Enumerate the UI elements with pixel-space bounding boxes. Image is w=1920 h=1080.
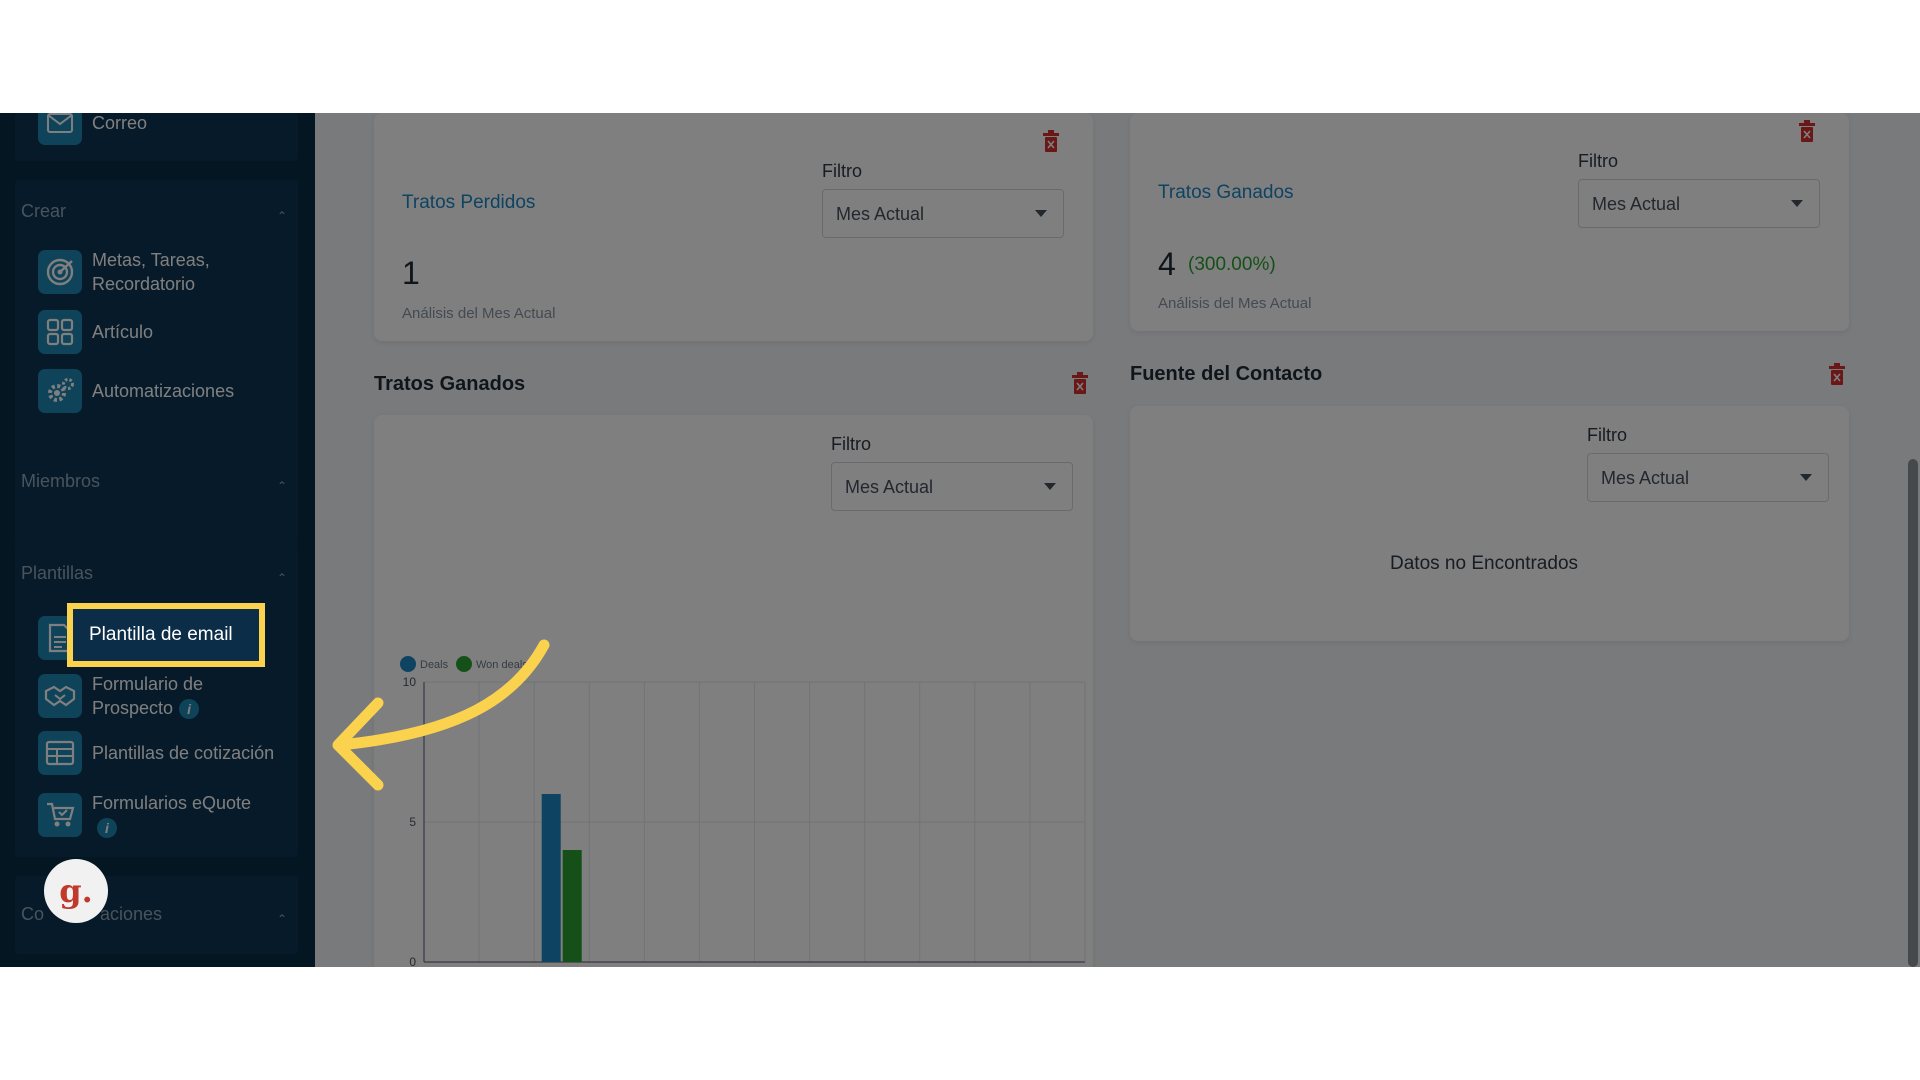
chevron-up-icon[interactable]: ⌃ <box>277 209 287 223</box>
caret-down-icon <box>1791 200 1803 207</box>
metric-subtitle: Análisis del Mes Actual <box>1158 295 1312 312</box>
section-header-miembros[interactable]: Miembros <box>21 471 100 492</box>
section-header-plantillas[interactable]: Plantillas <box>21 563 93 584</box>
section-header-crear[interactable]: Crear <box>21 201 66 222</box>
grid-icon <box>38 310 82 354</box>
sidebar-item-formulario-prospecto[interactable]: Formulario de Prospecto i <box>38 672 277 720</box>
scrollbar[interactable] <box>1908 459 1918 967</box>
filter-select[interactable]: Mes Actual <box>1587 453 1829 502</box>
chevron-up-icon[interactable]: ⌃ <box>277 912 287 926</box>
bar <box>562 850 582 962</box>
metric-value: 4 <box>1158 246 1176 282</box>
metric-subtitle: Análisis del Mes Actual <box>402 305 556 322</box>
sidebar-item-metas[interactable]: Metas, Tareas, Recordatorio <box>38 248 277 296</box>
sidebar-item-label: Automatizaciones <box>92 381 235 401</box>
sidebar-item-automatizaciones[interactable]: Automatizaciones <box>38 369 277 413</box>
filter-value: Mes Actual <box>845 477 934 497</box>
trash-icon[interactable] <box>1828 363 1846 390</box>
gears-icon <box>38 369 82 413</box>
sidebar-item-articulo[interactable]: Artículo <box>38 310 277 354</box>
filter-label: Filtro <box>831 434 871 454</box>
y-tick-label: 5 <box>409 815 416 829</box>
sidebar-item-label: Metas, Tareas, Recordatorio <box>92 250 210 294</box>
trash-icon[interactable] <box>1798 120 1816 147</box>
trash-icon[interactable] <box>1042 130 1060 157</box>
caret-down-icon <box>1035 210 1047 217</box>
filter-label: Filtro <box>1587 425 1627 445</box>
card-title-link[interactable]: Tratos Perdidos <box>402 192 535 214</box>
empty-state-text: Datos no Encontrados <box>1390 553 1579 574</box>
sidebar-item-label: Plantillas de cotización <box>92 743 275 763</box>
chevron-up-icon[interactable]: ⌃ <box>277 571 287 585</box>
target-icon <box>38 250 82 294</box>
mail-icon <box>38 113 82 145</box>
sidebar: Correo Crear ⌃ Metas, Tareas, Recordator… <box>0 113 315 967</box>
caret-down-icon <box>1044 483 1056 490</box>
highlight-box[interactable]: Plantilla de email <box>67 603 265 667</box>
filter-select[interactable]: Mes Actual <box>1578 179 1820 228</box>
sidebar-item-plantillas-cotizacion[interactable]: Plantillas de cotización <box>38 731 277 775</box>
metric-value: 1 <box>402 255 420 291</box>
section-title: Fuente del Contacto <box>1130 363 1323 385</box>
bar <box>541 794 561 962</box>
filter-label: Filtro <box>822 161 862 181</box>
card-fuente-contacto <box>1130 406 1849 641</box>
table-icon <box>38 731 82 775</box>
section-title: Tratos Ganados <box>374 373 526 395</box>
sidebar-item-correo[interactable]: Correo <box>38 113 277 145</box>
app-viewport: Correo Crear ⌃ Metas, Tareas, Recordator… <box>0 113 1920 967</box>
filter-select[interactable]: Mes Actual <box>822 189 1064 238</box>
chevron-up-icon[interactable]: ⌃ <box>277 479 287 493</box>
avatar[interactable]: g. <box>44 859 108 923</box>
filter-label: Filtro <box>1578 151 1618 171</box>
handshake-icon <box>38 674 82 718</box>
filter-value: Mes Actual <box>1601 468 1690 488</box>
caret-down-icon <box>1800 474 1812 481</box>
metric-percent: (300.00%) <box>1188 254 1276 275</box>
sidebar-item-label: Formulario de Prospecto i <box>92 674 204 720</box>
sidebar-item-label: Formularios eQuote i <box>92 793 252 839</box>
y-tick-label: 0 <box>409 955 416 967</box>
highlight-label: Plantilla de email <box>89 624 233 645</box>
filter-value: Mes Actual <box>1592 194 1681 214</box>
cart-icon <box>38 793 82 837</box>
info-icon[interactable]: i <box>179 699 200 720</box>
filter-value: Mes Actual <box>836 204 925 224</box>
sidebar-item-label: Correo <box>92 113 148 133</box>
filter-select[interactable]: Mes Actual <box>831 462 1073 511</box>
info-icon[interactable]: i <box>97 818 117 839</box>
card-title-link[interactable]: Tratos Ganados <box>1158 182 1294 204</box>
arrow-icon <box>332 639 550 791</box>
trash-icon[interactable] <box>1071 372 1089 399</box>
sidebar-item-label: Artículo <box>92 322 154 342</box>
sidebar-item-formularios-equote[interactable]: Formularios eQuote i <box>38 791 277 839</box>
